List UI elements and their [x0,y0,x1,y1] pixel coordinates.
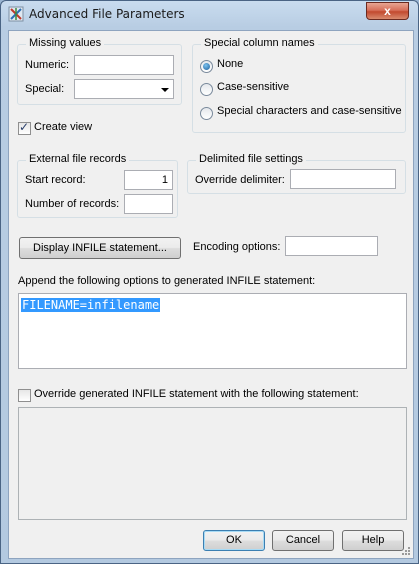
close-button[interactable]: x [366,2,409,20]
radio-special-characters-label: Special characters and case-sensitive [217,105,402,117]
special-column-names-group: Special column names None Case-sensitive… [192,37,406,133]
special-select[interactable] [74,79,174,99]
ok-button[interactable]: OK [203,530,265,551]
append-options-label: Append the following options to generate… [18,275,316,287]
number-of-records-label: Number of records: [25,198,120,210]
create-view-box[interactable]: ✓ [18,120,31,135]
append-options-textarea[interactable]: FILENAME=infilename [18,293,407,369]
numeric-input[interactable] [74,55,174,75]
radio-case-sensitive-button[interactable] [200,83,213,96]
override-delimiter-input[interactable] [290,169,396,189]
dialog-body: Missing values Numeric: Special: Special… [8,30,414,559]
radio-special-characters-button[interactable] [200,107,213,120]
start-record-label: Start record: [25,174,86,186]
missing-values-group: Missing values Numeric: Special: [17,37,182,105]
start-record-input[interactable]: 1 [124,170,173,190]
radio-case-sensitive-label: Case-sensitive [217,81,290,93]
dialog-window: Advanced File Parameters x Missing value… [0,0,419,564]
number-of-records-input[interactable] [124,194,173,214]
cancel-button[interactable]: Cancel [272,530,334,551]
create-view-label: Create view [34,121,93,133]
external-file-records-group: External file records Start record: 1 Nu… [17,153,178,218]
help-button[interactable]: Help [342,530,404,551]
checkmark-icon: ✓ [19,120,30,134]
radio-none-label: None [217,58,244,70]
override-delimiter-label: Override delimiter: [195,174,285,186]
override-statement-label: Override generated INFILE statement with… [34,388,359,400]
numeric-label: Numeric: [25,59,70,71]
encoding-options-input[interactable] [285,236,378,256]
display-infile-button[interactable]: Display INFILE statement... [19,237,181,259]
title-bar[interactable]: Advanced File Parameters x [1,1,418,29]
special-column-names-legend: Special column names [201,37,318,49]
missing-values-legend: Missing values [26,37,105,49]
encoding-options-label: Encoding options: [193,241,281,253]
override-statement-textarea[interactable] [18,407,407,520]
delimited-file-settings-legend: Delimited file settings [196,153,306,165]
resize-grip-icon[interactable] [401,546,411,556]
chevron-down-icon [161,88,169,92]
append-options-text: FILENAME=infilename [21,298,161,312]
override-statement-box[interactable] [18,389,31,402]
delimited-file-settings-group: Delimited file settings Override delimit… [187,153,406,194]
window-title: Advanced File Parameters [29,7,185,21]
app-icon [8,6,24,22]
external-file-records-legend: External file records [26,153,130,165]
radio-none-button[interactable] [200,60,213,73]
close-icon: x [384,4,391,18]
special-label: Special: [25,83,65,95]
